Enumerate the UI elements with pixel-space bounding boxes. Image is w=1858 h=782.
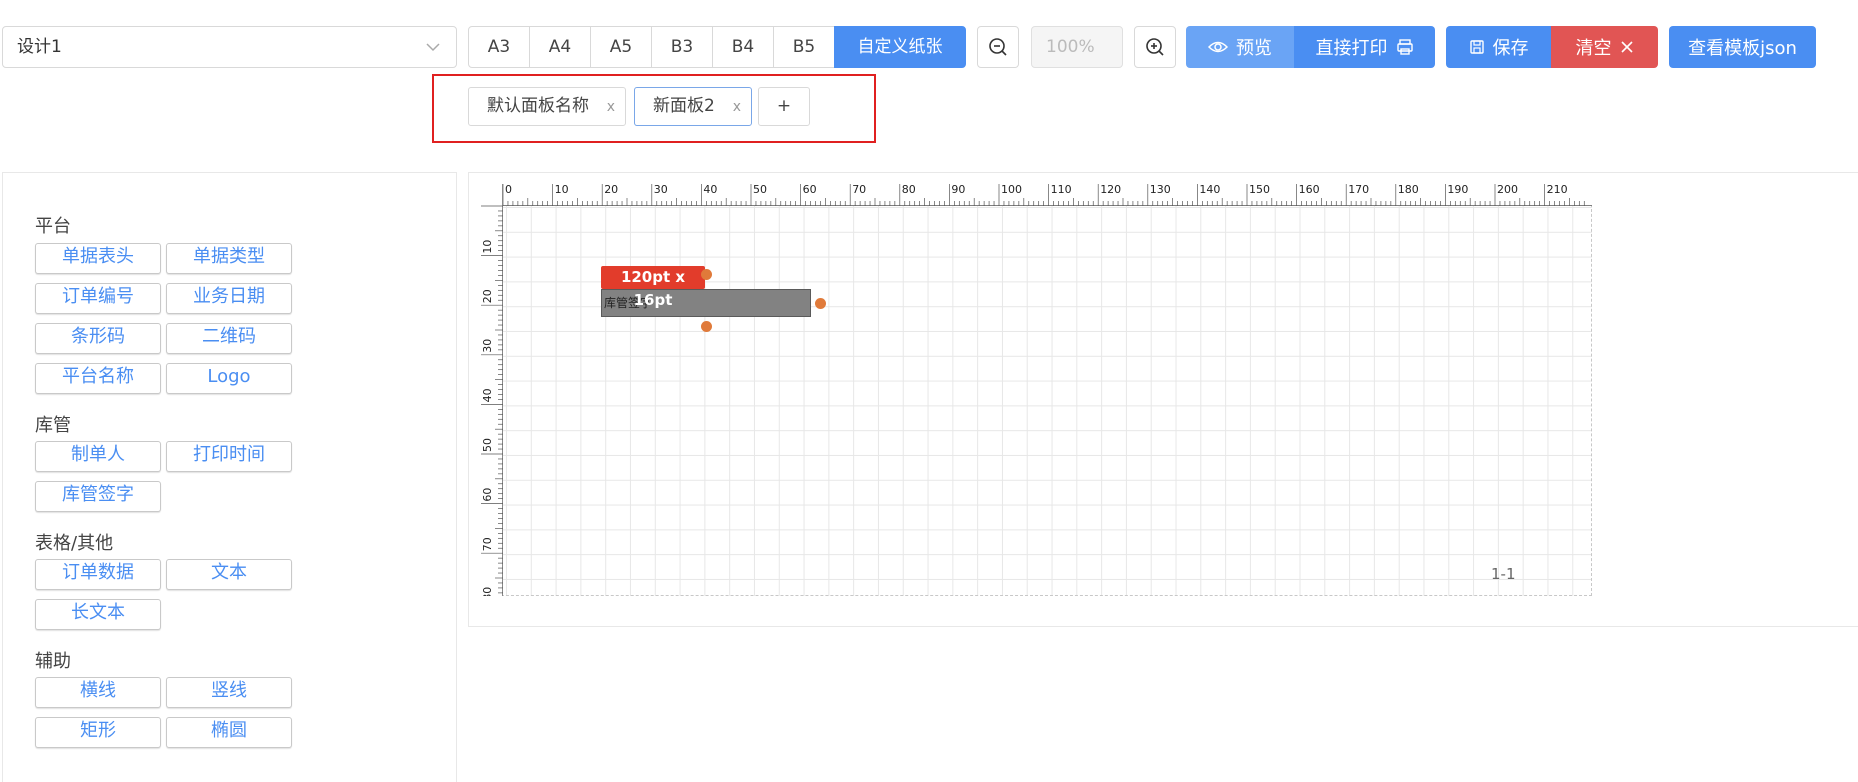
element-item[interactable]: 矩形 — [35, 717, 161, 748]
add-panel-button[interactable]: + — [758, 87, 810, 126]
ruler-top-label: 200 — [1497, 184, 1518, 196]
save-icon — [1469, 40, 1484, 54]
zoom-out-button[interactable] — [977, 26, 1019, 68]
element-item[interactable]: 打印时间 — [166, 441, 292, 472]
clear-button[interactable]: 清空 — [1551, 26, 1658, 68]
panel-tab-default[interactable]: 默认面板名称 x — [468, 87, 626, 126]
section-title-auxiliary: 辅助 — [35, 651, 71, 672]
ruler-left-label: 50 — [481, 438, 494, 452]
resize-handle-right[interactable] — [815, 298, 826, 309]
ruler-top-label: 160 — [1299, 184, 1320, 196]
element-item[interactable]: 订单数据 — [35, 559, 161, 590]
element-item[interactable]: 条形码 — [35, 323, 161, 354]
resize-handle-top[interactable] — [701, 269, 712, 280]
paper-size-group: A3 A4 A5 B3 B4 B5 自定义纸张 — [468, 26, 966, 68]
ruler-top-label: 110 — [1051, 184, 1072, 196]
element-item[interactable]: 文本 — [166, 559, 292, 590]
ruler-left-label: 70 — [481, 537, 494, 551]
ruler-top-label: 180 — [1398, 184, 1419, 196]
paper-canvas[interactable] — [481, 184, 1592, 596]
section-title-platform: 平台 — [35, 216, 71, 237]
section-title-table-other: 表格/其他 — [35, 533, 114, 554]
ruler-top: 0 10 20 30 40 50 60 70 80 90 100 110 120 130 140 150 160… — [481, 184, 1592, 206]
ruler-top-label: 20 — [604, 184, 618, 196]
element-item[interactable]: 椭圆 — [166, 717, 292, 748]
paper-b3-button[interactable]: B3 — [651, 26, 713, 68]
ruler-top-label: 150 — [1249, 184, 1270, 196]
section-title-warehouse: 库管 — [35, 415, 71, 436]
element-item[interactable]: 库管签字 — [35, 481, 161, 512]
direct-print-button[interactable]: 直接打印 — [1294, 26, 1435, 68]
paper-b4-button[interactable]: B4 — [712, 26, 774, 68]
panel-tab-label: 默认面板名称 — [487, 96, 589, 116]
ruler-top-label: 40 — [703, 184, 717, 196]
element-item[interactable]: 平台名称 — [35, 363, 161, 394]
ruler-left-label: 10 — [481, 240, 494, 254]
ruler-top-label: 130 — [1150, 184, 1171, 196]
element-item[interactable]: 长文本 — [35, 599, 161, 630]
printer-icon — [1396, 39, 1413, 55]
custom-paper-button[interactable]: 自定义纸张 — [834, 26, 966, 68]
ruler-top-label: 30 — [654, 184, 668, 196]
ruler-left-label: 20 — [481, 289, 494, 303]
ruler-top-label: 0 — [505, 184, 512, 196]
selected-element-warehouse-signature[interactable]: 库管签字 — [601, 289, 811, 317]
ruler-top-label: 70 — [852, 184, 866, 196]
element-item[interactable]: 单据类型 — [166, 243, 292, 274]
ruler-top-label: 210 — [1547, 184, 1568, 196]
zoom-out-icon — [989, 38, 1007, 56]
ruler-top-label: 170 — [1348, 184, 1369, 196]
eye-icon — [1208, 41, 1228, 53]
zoom-in-button[interactable] — [1134, 26, 1176, 68]
element-sidebar: 平台 单据表头 单据类型 订单编号 业务日期 条形码 二维码 平台名称 Logo… — [2, 172, 457, 782]
ruler-top-label: 100 — [1001, 184, 1022, 196]
ruler-top-label: 50 — [753, 184, 767, 196]
panel-tab-new-2[interactable]: 新面板2 x — [634, 87, 752, 126]
panel-tab-close[interactable]: x — [607, 89, 615, 126]
paper-b5-button[interactable]: B5 — [773, 26, 835, 68]
ruler-left-label: 30 — [481, 339, 494, 353]
element-item[interactable]: 制单人 — [35, 441, 161, 472]
ruler-top-label: 140 — [1199, 184, 1220, 196]
ruler-top-label: 90 — [951, 184, 965, 196]
page-number: 1-1 — [1491, 565, 1516, 583]
element-item[interactable]: 业务日期 — [166, 283, 292, 314]
ruler-left: 10 20 30 40 50 60 70 80 — [481, 184, 503, 596]
save-button[interactable]: 保存 — [1446, 26, 1551, 68]
zoom-in-icon — [1146, 38, 1164, 56]
clear-label: 清空 — [1575, 38, 1612, 59]
paper-a3-button[interactable]: A3 — [468, 26, 530, 68]
preview-label: 预览 — [1236, 38, 1272, 59]
ruler-top-label: 120 — [1100, 184, 1121, 196]
ruler-top-label: 60 — [803, 184, 817, 196]
element-item[interactable]: 单据表头 — [35, 243, 161, 274]
print-label: 直接打印 — [1315, 38, 1388, 59]
ruler-top-label: 190 — [1447, 184, 1468, 196]
ruler-left-label: 40 — [481, 388, 494, 402]
design-select[interactable]: 设计1 — [2, 26, 457, 68]
save-label: 保存 — [1492, 38, 1529, 59]
ruler-left-label: 80 — [481, 587, 494, 596]
paper-a5-button[interactable]: A5 — [590, 26, 652, 68]
paper-a4-button[interactable]: A4 — [529, 26, 591, 68]
element-item[interactable]: 竖线 — [166, 677, 292, 708]
design-select-value: 设计1 — [17, 37, 62, 57]
element-item[interactable]: 订单编号 — [35, 283, 161, 314]
chevron-down-icon — [426, 43, 440, 52]
zoom-level-input[interactable]: 100% — [1031, 26, 1123, 68]
element-size-badge: 120pt x 16pt — [601, 266, 705, 309]
ruler-top-label: 80 — [902, 184, 916, 196]
close-icon — [1620, 41, 1633, 53]
panel-tab-label: 新面板2 — [653, 96, 715, 116]
element-item[interactable]: 二维码 — [166, 323, 292, 354]
view-template-json-button[interactable]: 查看模板json — [1669, 26, 1816, 68]
resize-handle-bottom[interactable] — [701, 321, 712, 332]
panel-tab-close[interactable]: x — [733, 89, 741, 126]
element-item[interactable]: 横线 — [35, 677, 161, 708]
ruler-left-label: 60 — [481, 488, 494, 502]
element-item[interactable]: Logo — [166, 363, 292, 394]
preview-button[interactable]: 预览 — [1186, 26, 1294, 68]
ruler-top-label: 10 — [555, 184, 569, 196]
